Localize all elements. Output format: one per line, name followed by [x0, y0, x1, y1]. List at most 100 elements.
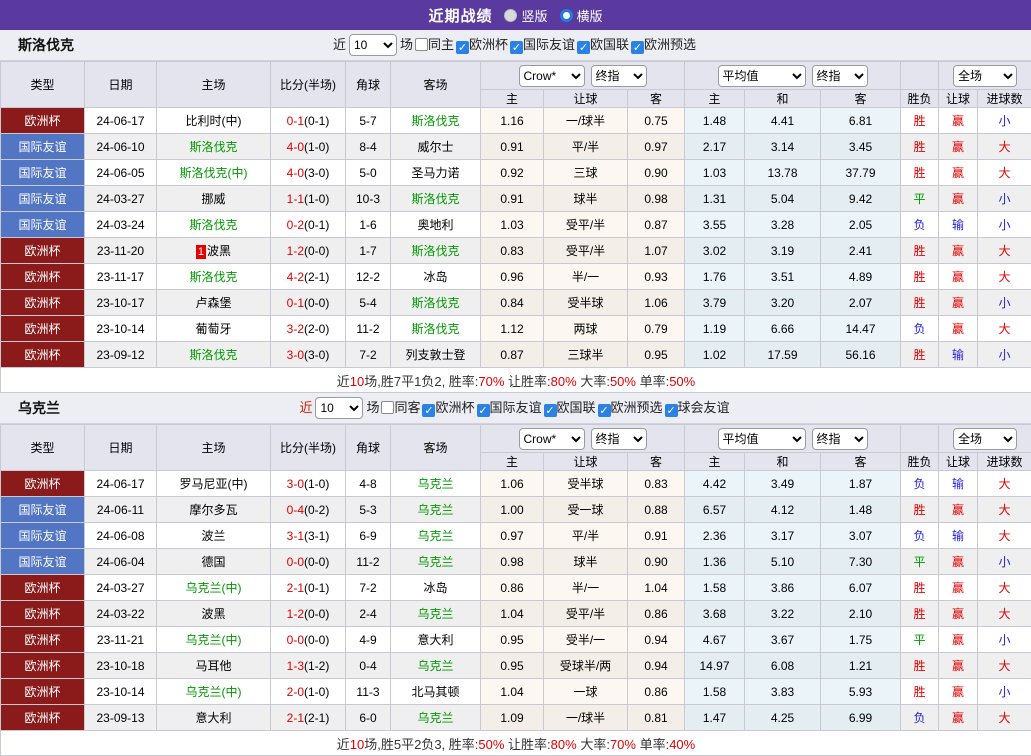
avg-away-cell: 4.89 — [821, 264, 901, 290]
halftime-score: (1-0) — [304, 140, 329, 154]
checkbox-checked-icon[interactable]: ✓ — [598, 404, 611, 417]
result-handicap-cell: 赢 — [939, 497, 978, 523]
checkbox-checked-icon[interactable]: ✓ — [544, 404, 557, 417]
checkbox-unchecked-icon[interactable] — [415, 38, 428, 51]
period-select[interactable]: 全场 — [953, 65, 1017, 87]
fulltime-score: 1-2 — [287, 607, 304, 621]
corner-cell: 12-2 — [346, 264, 391, 290]
result-handicap-cell: 赢 — [939, 549, 978, 575]
avg-away-cell: 1.87 — [821, 471, 901, 497]
avg-away-cell: 1.21 — [821, 653, 901, 679]
bookmaker-select[interactable]: Crow* — [519, 428, 585, 450]
checkbox-unchecked-icon[interactable] — [381, 401, 394, 414]
team-label: 乌克兰 — [417, 607, 453, 621]
column-subheader: 胜负 — [901, 90, 939, 108]
checkbox-checked-icon[interactable]: ✓ — [477, 404, 490, 417]
date-cell: 23-09-13 — [85, 705, 157, 731]
radio-unselected-icon[interactable] — [560, 9, 573, 22]
result-wl-cell: 胜 — [901, 679, 939, 705]
result-wl-cell: 平 — [901, 627, 939, 653]
team-label: 斯洛伐克 — [411, 114, 459, 128]
radio-vertical-layout[interactable]: 竖版 — [504, 6, 547, 25]
checkbox-checked-icon[interactable]: ✓ — [456, 41, 469, 54]
final-index-select[interactable]: 终指 — [812, 428, 868, 450]
summary-segment: 让胜率: — [504, 374, 550, 389]
bookmaker-select[interactable]: Crow* — [519, 65, 585, 87]
average-select[interactable]: 平均值 — [718, 428, 806, 450]
match-row: 国际友谊24-06-04德国0-0(0-0)11-2乌克兰0.98球半0.901… — [1, 549, 1031, 575]
team-label: 乌克兰 — [417, 659, 453, 673]
red-card-badge: 1 — [196, 245, 206, 259]
result-wl-cell: 胜 — [901, 264, 939, 290]
home-team-cell: 摩尔多瓦 — [157, 497, 271, 523]
radio-horizontal-layout[interactable]: 横版 — [560, 6, 603, 25]
avg-home-cell: 4.42 — [685, 471, 745, 497]
summary-segment: 场,胜5平2负3, 胜率: — [364, 737, 478, 752]
team-label: 奥地利 — [417, 218, 453, 232]
match-count-select[interactable]: 10 — [349, 34, 397, 56]
checkbox-checked-icon[interactable]: ✓ — [577, 41, 590, 54]
avg-home-cell: 4.67 — [685, 627, 745, 653]
score-cell: 1-2(0-0) — [271, 601, 346, 627]
home-team-cell: 1波黑 — [157, 238, 271, 264]
corner-cell: 5-3 — [346, 497, 391, 523]
team-label: 意大利 — [195, 711, 231, 725]
match-row: 欧洲杯24-03-22波黑1-2(0-0)2-4乌克兰1.04受平/半0.863… — [1, 601, 1031, 627]
checkbox-checked-icon[interactable]: ✓ — [631, 41, 644, 54]
final-index-select[interactable]: 终指 — [812, 65, 868, 87]
result-goals-cell: 大 — [978, 264, 1031, 290]
avg-home-cell: 1.58 — [685, 679, 745, 705]
summary-segment: 50% — [610, 374, 636, 389]
team-label: 波兰 — [201, 529, 225, 543]
corner-cell: 1-6 — [346, 212, 391, 238]
team-label: 威尔士 — [417, 140, 453, 154]
date-cell: 23-11-17 — [85, 264, 157, 290]
column-header: 日期 — [85, 62, 157, 108]
checkbox-checked-icon[interactable]: ✓ — [665, 404, 678, 417]
result-goals-cell: 大 — [978, 238, 1031, 264]
period-select[interactable]: 全场 — [953, 428, 1017, 450]
radio-selected-icon[interactable] — [504, 9, 517, 22]
home-team-cell: 斯洛伐克 — [157, 134, 271, 160]
avg-away-cell: 2.10 — [821, 601, 901, 627]
page: 近期战绩 竖版 横版 斯洛伐克 近10场同主✓欧洲杯✓国际友谊✓欧国联✓欧洲预选… — [0, 0, 1031, 756]
result-handicap-cell: 输 — [939, 471, 978, 497]
home-odds-cell: 1.12 — [481, 316, 544, 342]
match-row: 欧洲杯23-10-17卢森堡0-1(0-0)5-4斯洛伐克0.84受半球1.06… — [1, 290, 1031, 316]
away-team-cell: 乌克兰 — [391, 549, 481, 575]
home-team-cell: 波黑 — [157, 601, 271, 627]
section-filterbar: 乌克兰 近10场同客✓欧洲杯✓国际友谊✓欧国联✓欧洲预选✓球会友谊 — [0, 393, 1031, 424]
result-goals-cell: 大 — [978, 601, 1031, 627]
away-team-cell: 冰岛 — [391, 264, 481, 290]
team-label: 斯洛伐克 — [411, 322, 459, 336]
avg-away-cell: 2.41 — [821, 238, 901, 264]
column-subheader: 和 — [745, 90, 821, 108]
column-header: 比分(半场) — [271, 62, 346, 108]
column-header: 日期 — [85, 425, 157, 471]
avg-home-cell: 2.17 — [685, 134, 745, 160]
competition-type-cell: 欧洲杯 — [1, 627, 85, 653]
team-label: 斯洛伐克 — [411, 192, 459, 206]
match-row: 国际友谊24-03-27挪威1-1(1-0)10-3斯洛伐克0.91球半0.98… — [1, 186, 1031, 212]
avg-draw-cell: 4.25 — [745, 705, 821, 731]
result-wl-cell: 负 — [901, 705, 939, 731]
filter-same-venue-label: 同主 — [428, 37, 454, 52]
home-odds-cell: 0.87 — [481, 342, 544, 368]
competition-type-cell: 国际友谊 — [1, 549, 85, 575]
match-row: 欧洲杯23-11-17斯洛伐克4-2(2-1)12-2冰岛0.96半/一0.93… — [1, 264, 1031, 290]
handicap-cell: 两球 — [544, 316, 628, 342]
final-index-select[interactable]: 终指 — [591, 65, 647, 87]
average-select[interactable]: 平均值 — [718, 65, 806, 87]
avg-draw-cell: 13.78 — [745, 160, 821, 186]
filter-same-venue-label: 同客 — [394, 400, 420, 415]
checkbox-checked-icon[interactable]: ✓ — [422, 404, 435, 417]
checkbox-checked-icon[interactable]: ✓ — [510, 41, 523, 54]
spacer-header — [901, 425, 939, 453]
team-label: 比利时(中) — [186, 114, 242, 128]
final-index-select[interactable]: 终指 — [591, 428, 647, 450]
column-header: 角球 — [346, 425, 391, 471]
away-odds-cell: 0.94 — [628, 653, 685, 679]
corner-cell: 5-4 — [346, 290, 391, 316]
match-count-select[interactable]: 10 — [315, 397, 363, 419]
away-team-cell: 乌克兰 — [391, 471, 481, 497]
